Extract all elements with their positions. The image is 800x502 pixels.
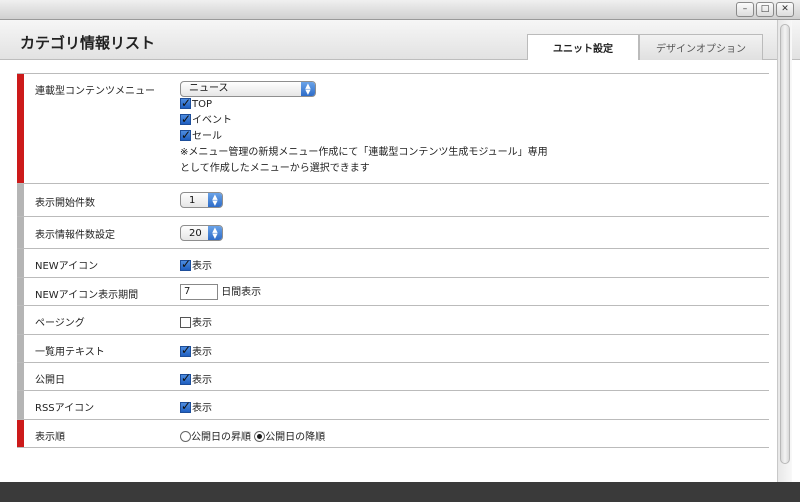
pub-date-option[interactable]: 表示 bbox=[180, 371, 212, 386]
new-icon-period-label: NEWアイコン表示期間 bbox=[35, 290, 139, 301]
required-marker bbox=[17, 420, 24, 447]
menu-option-event[interactable]: イベント bbox=[180, 111, 548, 129]
row-new-icon: NEWアイコン 表示 bbox=[17, 249, 769, 278]
dialog-header: カテゴリ情報リスト ユニット設定 デザインオプション bbox=[0, 20, 800, 60]
dialog-window: カテゴリ情報リスト ユニット設定 デザインオプション 連載型コンテンツメニュー … bbox=[0, 20, 800, 482]
row-serial-menu: 連載型コンテンツメニュー ニュース ▲▼ TOP イベント セール ※メニュー管… bbox=[17, 73, 769, 184]
close-button[interactable]: ✕ bbox=[776, 2, 794, 17]
start-count-select[interactable]: 1 ▲ ▼ bbox=[180, 192, 223, 208]
paging-label: ページング bbox=[35, 318, 85, 329]
optional-marker bbox=[17, 363, 24, 390]
maximize-button[interactable]: □ bbox=[756, 2, 774, 17]
count-setting-select[interactable]: 20 ▲ ▼ bbox=[180, 225, 223, 241]
minimize-button[interactable]: – bbox=[736, 2, 754, 17]
new-icon-period-unit: 日間表示 bbox=[221, 287, 262, 298]
checkbox-top[interactable] bbox=[180, 95, 191, 111]
order-options: 公開日の昇順 公開日の降順 bbox=[180, 428, 325, 443]
optional-marker bbox=[17, 278, 24, 305]
row-new-icon-period: NEWアイコン表示期間 7 日間表示 bbox=[17, 278, 769, 306]
window-controls: – □ ✕ bbox=[736, 2, 794, 17]
rss-icon-checkbox-label: 表示 bbox=[192, 403, 212, 414]
order-asc-label: 公開日の昇順 bbox=[191, 432, 251, 443]
row-pub-date: 公開日 表示 bbox=[17, 363, 769, 391]
menu-option-top[interactable]: TOP bbox=[180, 95, 548, 113]
order-label: 表示順 bbox=[35, 432, 65, 443]
serial-menu-note-1: ※メニュー管理の新規メニュー作成にて「連載型コンテンツ生成モジュール」専用 bbox=[180, 147, 548, 158]
option-event-label: イベント bbox=[192, 115, 232, 126]
tab-unit-settings[interactable]: ユニット設定 bbox=[527, 34, 639, 60]
start-count-label: 表示開始件数 bbox=[35, 198, 95, 209]
serial-menu-label: 連載型コンテンツメニュー bbox=[35, 86, 155, 97]
list-text-checkbox[interactable] bbox=[180, 343, 191, 357]
maximize-icon: □ bbox=[760, 4, 770, 14]
option-top-label: TOP bbox=[192, 99, 213, 110]
list-text-option[interactable]: 表示 bbox=[180, 343, 212, 358]
paging-checkbox-label: 表示 bbox=[192, 318, 212, 329]
checkbox-event[interactable] bbox=[180, 111, 191, 127]
count-setting-label: 表示情報件数設定 bbox=[35, 230, 115, 241]
paging-checkbox[interactable] bbox=[180, 317, 191, 328]
row-count-setting: 表示情報件数設定 20 ▲ ▼ bbox=[17, 217, 769, 249]
page-title: カテゴリ情報リスト bbox=[20, 34, 156, 52]
serial-menu-controls: ニュース ▲▼ TOP イベント セール ※メニュー管理の新規メニュー作成にて「… bbox=[180, 81, 548, 177]
pub-date-label: 公開日 bbox=[35, 375, 65, 386]
order-asc-radio[interactable] bbox=[180, 431, 191, 442]
order-desc-label: 公開日の降順 bbox=[265, 432, 326, 443]
count-setting-selected: 20 bbox=[189, 227, 202, 239]
list-text-label: 一覧用テキスト bbox=[35, 347, 105, 358]
serial-menu-note-2: として作成したメニューから選択できます bbox=[180, 163, 370, 174]
menu-option-sale[interactable]: セール bbox=[180, 127, 548, 145]
scrollbar-thumb[interactable] bbox=[780, 24, 790, 464]
vertical-scrollbar[interactable] bbox=[777, 20, 792, 482]
serial-menu-selected: ニュース bbox=[189, 83, 229, 94]
optional-marker bbox=[17, 335, 24, 362]
new-icon-period-input[interactable]: 7 bbox=[180, 284, 218, 300]
new-icon-checkbox-label: 表示 bbox=[192, 261, 212, 272]
order-desc-option[interactable]: 公開日の降順 bbox=[254, 431, 326, 443]
row-order: 表示順 公開日の昇順 公開日の降順 bbox=[17, 420, 769, 448]
optional-marker bbox=[17, 184, 24, 216]
tab-bar: ユニット設定 デザインオプション bbox=[527, 34, 763, 60]
bottom-bar bbox=[0, 482, 800, 502]
pub-date-checkbox[interactable] bbox=[180, 371, 191, 385]
settings-table: 連載型コンテンツメニュー ニュース ▲▼ TOP イベント セール ※メニュー管… bbox=[17, 73, 769, 448]
optional-marker bbox=[17, 217, 24, 248]
row-rss-icon: RSSアイコン 表示 bbox=[17, 391, 769, 420]
required-marker bbox=[17, 74, 24, 183]
row-list-text: 一覧用テキスト 表示 bbox=[17, 335, 769, 363]
serial-menu-select[interactable]: ニュース ▲ ▼ bbox=[180, 81, 316, 97]
rss-icon-option[interactable]: 表示 bbox=[180, 399, 212, 414]
count-setting-controls: 20 ▲ ▼ bbox=[180, 225, 223, 241]
select-arrows-icon: ▲ ▼ bbox=[301, 82, 315, 96]
pub-date-checkbox-label: 表示 bbox=[192, 375, 212, 386]
checkbox-sale[interactable] bbox=[180, 127, 191, 143]
row-paging: ページング 表示 bbox=[17, 306, 769, 335]
minimize-icon: – bbox=[742, 4, 748, 14]
select-arrows-icon: ▲ ▼ bbox=[208, 226, 222, 240]
new-icon-option[interactable]: 表示 bbox=[180, 257, 212, 272]
start-count-controls: 1 ▲ ▼ bbox=[180, 192, 223, 208]
optional-marker bbox=[17, 391, 24, 419]
option-sale-label: セール bbox=[192, 131, 222, 142]
start-count-selected: 1 bbox=[189, 194, 196, 206]
row-start-count: 表示開始件数 1 ▲ ▼ bbox=[17, 184, 769, 217]
rss-icon-checkbox[interactable] bbox=[180, 399, 191, 413]
optional-marker bbox=[17, 306, 24, 334]
order-asc-option[interactable]: 公開日の昇順 bbox=[180, 431, 251, 443]
paging-option[interactable]: 表示 bbox=[180, 314, 212, 329]
order-desc-radio[interactable] bbox=[254, 431, 266, 442]
new-icon-period-controls: 7 日間表示 bbox=[180, 283, 261, 300]
optional-marker bbox=[17, 249, 24, 277]
rss-icon-label: RSSアイコン bbox=[35, 403, 95, 414]
select-arrows-icon: ▲ ▼ bbox=[208, 193, 222, 207]
tab-design-options[interactable]: デザインオプション bbox=[639, 34, 763, 60]
close-icon: ✕ bbox=[781, 4, 789, 14]
list-text-checkbox-label: 表示 bbox=[192, 347, 212, 358]
new-icon-checkbox[interactable] bbox=[180, 257, 191, 271]
window-titlebar: – □ ✕ bbox=[0, 0, 800, 20]
new-icon-label: NEWアイコン bbox=[35, 261, 99, 272]
app-frame: – □ ✕ カテゴリ情報リスト ユニット設定 デザインオプション 連載型コンテン… bbox=[0, 0, 800, 502]
